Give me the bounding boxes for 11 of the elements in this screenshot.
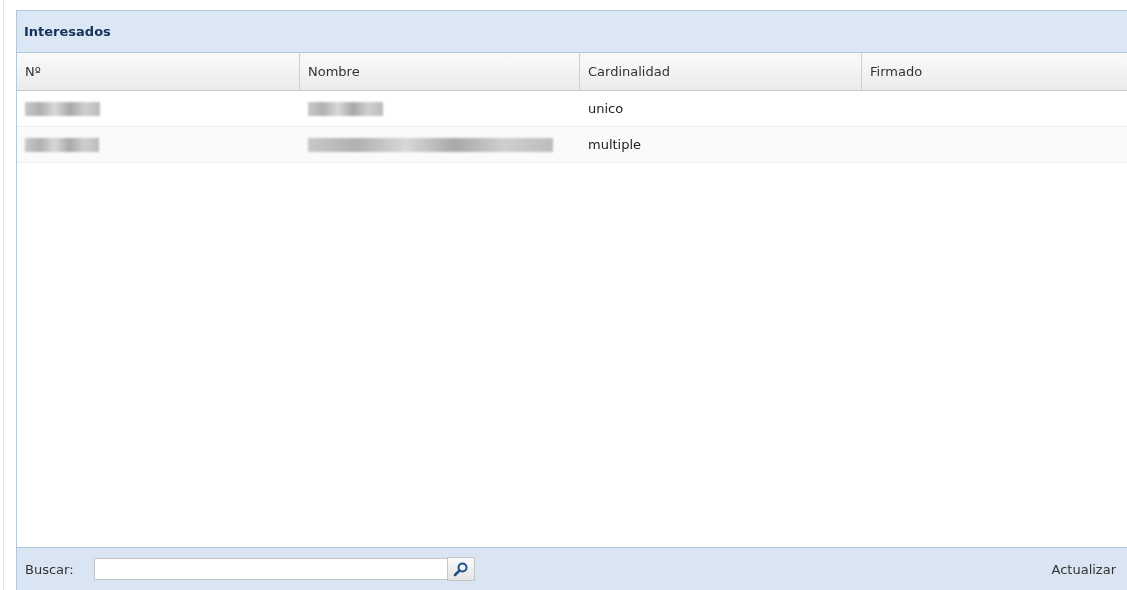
- search-button[interactable]: [446, 557, 475, 581]
- column-header[interactable]: Cardinalidad: [580, 53, 862, 91]
- table-cell: multiple: [580, 127, 862, 163]
- refresh-button[interactable]: Actualizar: [1051, 561, 1116, 577]
- search-icon: [452, 561, 469, 577]
- panel-title: Interesados: [24, 24, 111, 39]
- search-label: Buscar:: [25, 561, 74, 577]
- column-header[interactable]: Nombre: [300, 53, 580, 91]
- column-header[interactable]: Nº: [17, 53, 300, 91]
- search-field[interactable]: [93, 558, 447, 580]
- column-header[interactable]: Firmado: [862, 53, 1127, 91]
